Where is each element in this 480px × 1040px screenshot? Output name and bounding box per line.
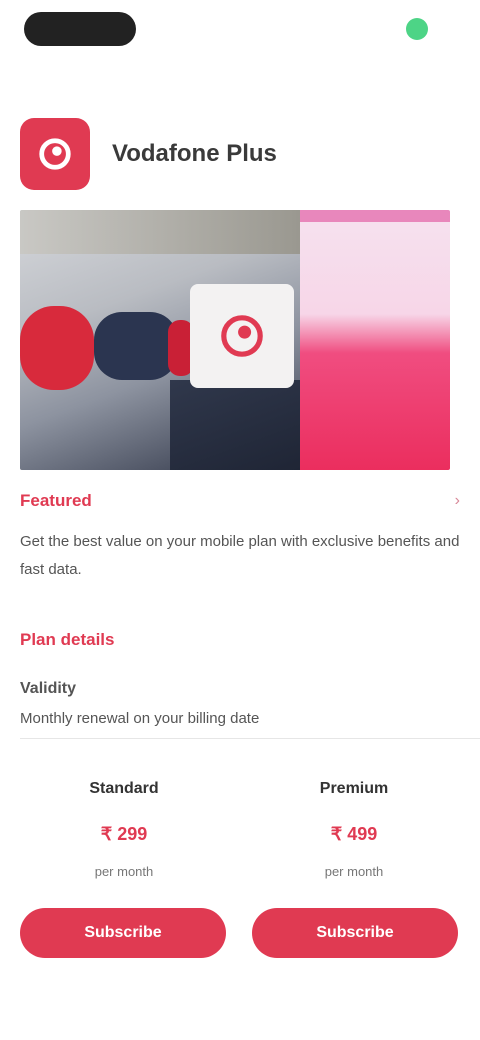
description-text: Get the best value on your mobile plan w… — [20, 533, 460, 578]
plan-note: per month — [94, 864, 154, 879]
plan-card-standard: Standard ₹ 299 per month — [24, 780, 224, 884]
hero-shape-navy — [94, 312, 178, 380]
plan-note: per month — [324, 864, 384, 879]
status-indicator-icon — [406, 18, 428, 40]
hero-photo-band — [20, 210, 300, 254]
plan-price: ₹ 299 — [100, 824, 148, 844]
hero-banner[interactable] — [20, 210, 450, 470]
brand-name: Vodafone Plus — [112, 140, 277, 167]
subscribe-standard-button[interactable]: Subscribe — [20, 908, 226, 958]
info-label: Validity — [20, 680, 77, 697]
plan-price: ₹ 499 — [330, 824, 378, 844]
hero-shape-red — [20, 306, 94, 390]
hero-shape-dark — [170, 380, 300, 470]
plan-card-premium: Premium ₹ 499 per month — [254, 780, 454, 884]
plan-name: Premium — [319, 780, 389, 797]
brand-logo-icon — [20, 118, 90, 190]
time-pill — [24, 12, 136, 46]
subscribe-premium-button[interactable]: Subscribe — [252, 908, 458, 958]
hero-side-panel — [300, 210, 450, 470]
divider — [20, 738, 480, 739]
promo-label: Featured — [20, 491, 92, 510]
brand-header: Vodafone Plus — [20, 118, 460, 190]
hero-panel-strip — [300, 210, 450, 222]
info-value: Monthly renewal on your billing date — [20, 710, 260, 727]
plan-name: Standard — [89, 780, 159, 797]
promo-row: Featured › — [20, 486, 460, 516]
section-title: Plan details — [20, 630, 115, 649]
chevron-right-icon[interactable]: › — [455, 492, 460, 510]
hero-card-logo-icon — [190, 284, 294, 388]
status-bar — [0, 0, 480, 60]
